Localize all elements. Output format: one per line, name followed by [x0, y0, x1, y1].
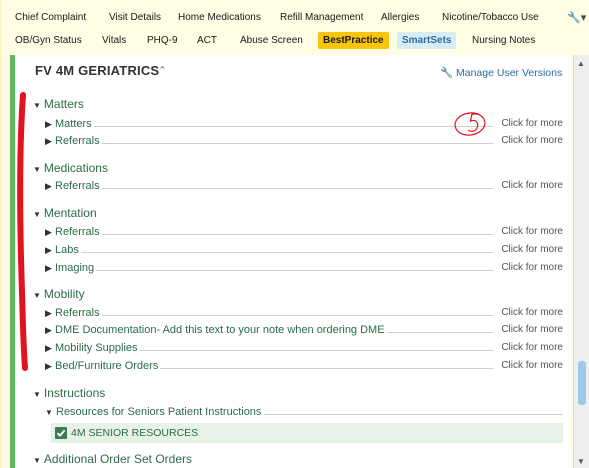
order-item-label: 4M SENIOR RESOURCES — [71, 427, 199, 439]
click-for-more-link[interactable]: Click for more — [501, 118, 563, 129]
app-window: Chief Complaint Visit Details Home Medic… — [2, 0, 589, 468]
row-label: Bed/Furniture Orders — [55, 360, 161, 372]
tab-nursing-notes[interactable]: Nursing Notes — [472, 35, 535, 46]
caret-right-icon: ▶ — [45, 245, 52, 255]
section-additional-order-set-orders[interactable]: ▼ Additional Order Set Orders — [33, 452, 192, 466]
row-label: Referrals — [55, 226, 102, 238]
section-label: Matters — [43, 97, 84, 111]
section-label: Additional Order Set Orders — [43, 452, 192, 466]
row-referrals[interactable]: ▶ Referrals Click for more — [45, 179, 563, 195]
subsection-label: Resources for Seniors Patient Instructio… — [56, 406, 265, 418]
tab-ob-gyn-status[interactable]: OB/Gyn Status — [15, 35, 82, 46]
row-labs[interactable]: ▶ Labs Click for more — [45, 243, 563, 259]
caret-down-icon: ▼ — [33, 101, 41, 110]
caret-down-icon: ▼ — [33, 390, 41, 399]
circled-five-annotation — [454, 112, 486, 136]
caret-down-icon: ▼ — [33, 165, 41, 174]
scrollbar-thumb[interactable] — [578, 361, 586, 405]
activity-tabs-row-1: Chief Complaint Visit Details Home Medic… — [2, 6, 589, 30]
row-divider — [55, 234, 493, 235]
row-dme-documentation[interactable]: ▶ DME Documentation- Add this text to you… — [45, 323, 563, 339]
row-divider — [55, 143, 493, 144]
caret-right-icon: ▶ — [45, 263, 52, 273]
section-label: Instructions — [43, 386, 106, 400]
subsection-resources-for-seniors[interactable]: ▼ Resources for Seniors Patient Instructi… — [45, 405, 563, 421]
tab-bestpractice[interactable]: BestPractice — [318, 32, 389, 49]
row-divider — [55, 252, 493, 253]
caret-right-icon: ▶ — [45, 119, 52, 129]
section-mentation[interactable]: ▼ Mentation — [33, 206, 97, 220]
row-mobility-supplies[interactable]: ▶ Mobility Supplies Click for more — [45, 341, 563, 357]
row-referrals[interactable]: ▶ Referrals Click for more — [45, 225, 563, 241]
checkbox-checked[interactable] — [55, 427, 67, 439]
tab-smartsets[interactable]: SmartSets — [397, 32, 457, 49]
caret-down-icon: ▼ — [33, 210, 41, 219]
row-label: DME Documentation- Add this text to your… — [55, 324, 387, 336]
row-bed-furniture-orders[interactable]: ▶ Bed/Furniture Orders Click for more — [45, 359, 563, 375]
tab-home-medications[interactable]: Home Medications — [178, 12, 261, 23]
caret-down-icon: ▼ — [33, 291, 41, 300]
section-instructions[interactable]: ▼ Instructions — [33, 386, 105, 400]
tab-allergies[interactable]: Allergies — [381, 12, 419, 23]
manage-user-versions-label: Manage User Versions — [456, 67, 563, 79]
row-divider — [55, 126, 493, 127]
smartset-title: FV 4M GERIATRICS — [35, 63, 160, 78]
row-label: Labs — [55, 244, 81, 256]
click-for-more-link[interactable]: Click for more — [501, 226, 563, 237]
manage-user-versions-link[interactable]: 🔧 Manage User Versions — [440, 66, 562, 79]
section-label: Medications — [43, 161, 108, 175]
caret-right-icon: ▶ — [45, 308, 52, 318]
vertical-scrollbar[interactable]: ▲ ▼ — [573, 55, 589, 468]
caret-right-icon: ▶ — [45, 181, 52, 191]
click-for-more-link[interactable]: Click for more — [501, 180, 563, 191]
tab-nicotine-tobacco-use[interactable]: Nicotine/Tobacco Use — [442, 12, 539, 23]
wrench-icon[interactable]: 🔧▾ — [567, 11, 586, 24]
tab-abuse-screen[interactable]: Abuse Screen — [240, 35, 303, 46]
order-item-4m-senior-resources[interactable]: 4M SENIOR RESOURCES — [51, 423, 563, 443]
caret-down-icon: ▼ — [45, 408, 53, 417]
click-for-more-link[interactable]: Click for more — [501, 262, 563, 273]
red-marker-annotation — [17, 92, 28, 371]
caret-right-icon: ▶ — [45, 136, 52, 146]
row-label: Referrals — [55, 307, 102, 319]
tab-refill-management[interactable]: Refill Management — [280, 12, 363, 23]
click-for-more-link[interactable]: Click for more — [501, 342, 563, 353]
tab-chief-complaint[interactable]: Chief Complaint — [15, 12, 86, 23]
section-label: Mentation — [43, 206, 97, 220]
section-matters[interactable]: ▼ Matters — [33, 97, 84, 111]
row-label: Mobility Supplies — [55, 342, 140, 354]
click-for-more-link[interactable]: Click for more — [501, 360, 563, 371]
wrench-icon: 🔧 — [440, 67, 454, 79]
tab-phq-9[interactable]: PHQ-9 — [147, 35, 178, 46]
row-label: Referrals — [55, 180, 102, 192]
scroll-down-icon[interactable]: ▼ — [577, 457, 585, 466]
section-mobility[interactable]: ▼ Mobility — [33, 287, 85, 301]
tab-visit-details[interactable]: Visit Details — [109, 12, 161, 23]
section-medications[interactable]: ▼ Medications — [33, 161, 108, 175]
row-label: Matters — [55, 118, 94, 130]
section-label: Mobility — [43, 287, 85, 301]
tab-vitals[interactable]: Vitals — [102, 35, 126, 46]
row-imaging[interactable]: ▶ Imaging Click for more — [45, 261, 563, 277]
caret-right-icon: ▶ — [45, 227, 52, 237]
click-for-more-link[interactable]: Click for more — [501, 244, 563, 255]
row-label: Imaging — [55, 262, 97, 274]
click-for-more-link[interactable]: Click for more — [501, 135, 563, 146]
row-divider — [55, 315, 493, 316]
double-chevron-up-icon[interactable]: ⌃ — [158, 64, 167, 77]
click-for-more-link[interactable]: Click for more — [501, 307, 563, 318]
caret-down-icon: ▼ — [33, 456, 41, 465]
row-referrals[interactable]: ▶ Referrals Click for more — [45, 306, 563, 322]
scroll-up-icon[interactable]: ▲ — [577, 59, 585, 68]
click-for-more-link[interactable]: Click for more — [501, 324, 563, 335]
caret-right-icon: ▶ — [45, 325, 52, 335]
tab-act[interactable]: ACT — [197, 35, 217, 46]
activity-tabs-row-2: OB/Gyn Status Vitals PHQ-9 ACT Abuse Scr… — [2, 30, 589, 52]
row-divider — [55, 270, 493, 271]
row-label: Referrals — [55, 135, 102, 147]
caret-right-icon: ▶ — [45, 343, 52, 353]
row-divider — [55, 188, 493, 189]
caret-right-icon: ▶ — [45, 361, 52, 371]
